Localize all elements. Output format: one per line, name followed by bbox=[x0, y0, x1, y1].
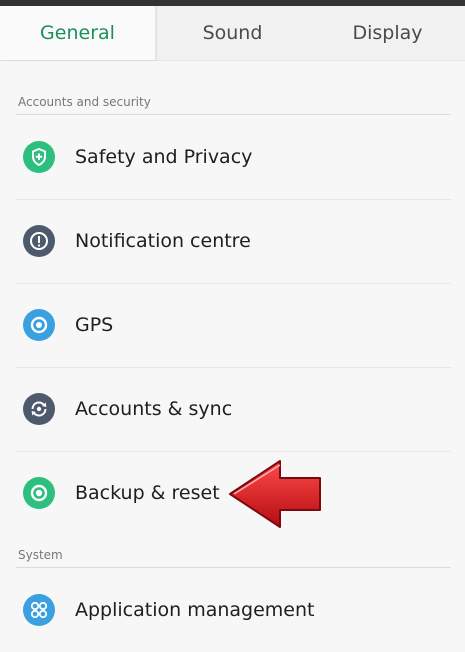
sync-icon bbox=[23, 393, 55, 425]
settings-item-label: GPS bbox=[75, 314, 114, 336]
settings-item-label: Accounts & sync bbox=[75, 398, 233, 420]
settings-item-notification-centre[interactable]: Notification centre bbox=[0, 199, 465, 283]
tab-sound[interactable]: Sound bbox=[155, 6, 310, 60]
exclamation-icon bbox=[23, 225, 55, 257]
settings-item-label: Notification centre bbox=[75, 230, 251, 252]
apps-icon bbox=[23, 594, 55, 626]
red-arrow-annotation bbox=[229, 460, 321, 528]
tab-general[interactable]: General bbox=[0, 6, 155, 60]
backup-icon bbox=[23, 477, 55, 509]
section-header-accounts-security: Accounts and security bbox=[18, 95, 151, 109]
settings-item-application-management[interactable]: Application management bbox=[0, 568, 465, 652]
settings-item-gps[interactable]: GPS bbox=[0, 283, 465, 367]
section-header-system: System bbox=[18, 548, 63, 562]
tab-bar: General Sound Display bbox=[0, 6, 465, 61]
tab-display[interactable]: Display bbox=[310, 6, 465, 60]
settings-item-accounts-sync[interactable]: Accounts & sync bbox=[0, 367, 465, 451]
settings-item-safety-privacy[interactable]: Safety and Privacy bbox=[0, 115, 465, 199]
shield-icon bbox=[23, 141, 55, 173]
settings-item-label: Safety and Privacy bbox=[75, 146, 253, 168]
location-icon bbox=[23, 309, 55, 341]
settings-item-label: Application management bbox=[75, 599, 315, 621]
settings-item-label: Backup & reset bbox=[75, 482, 220, 504]
